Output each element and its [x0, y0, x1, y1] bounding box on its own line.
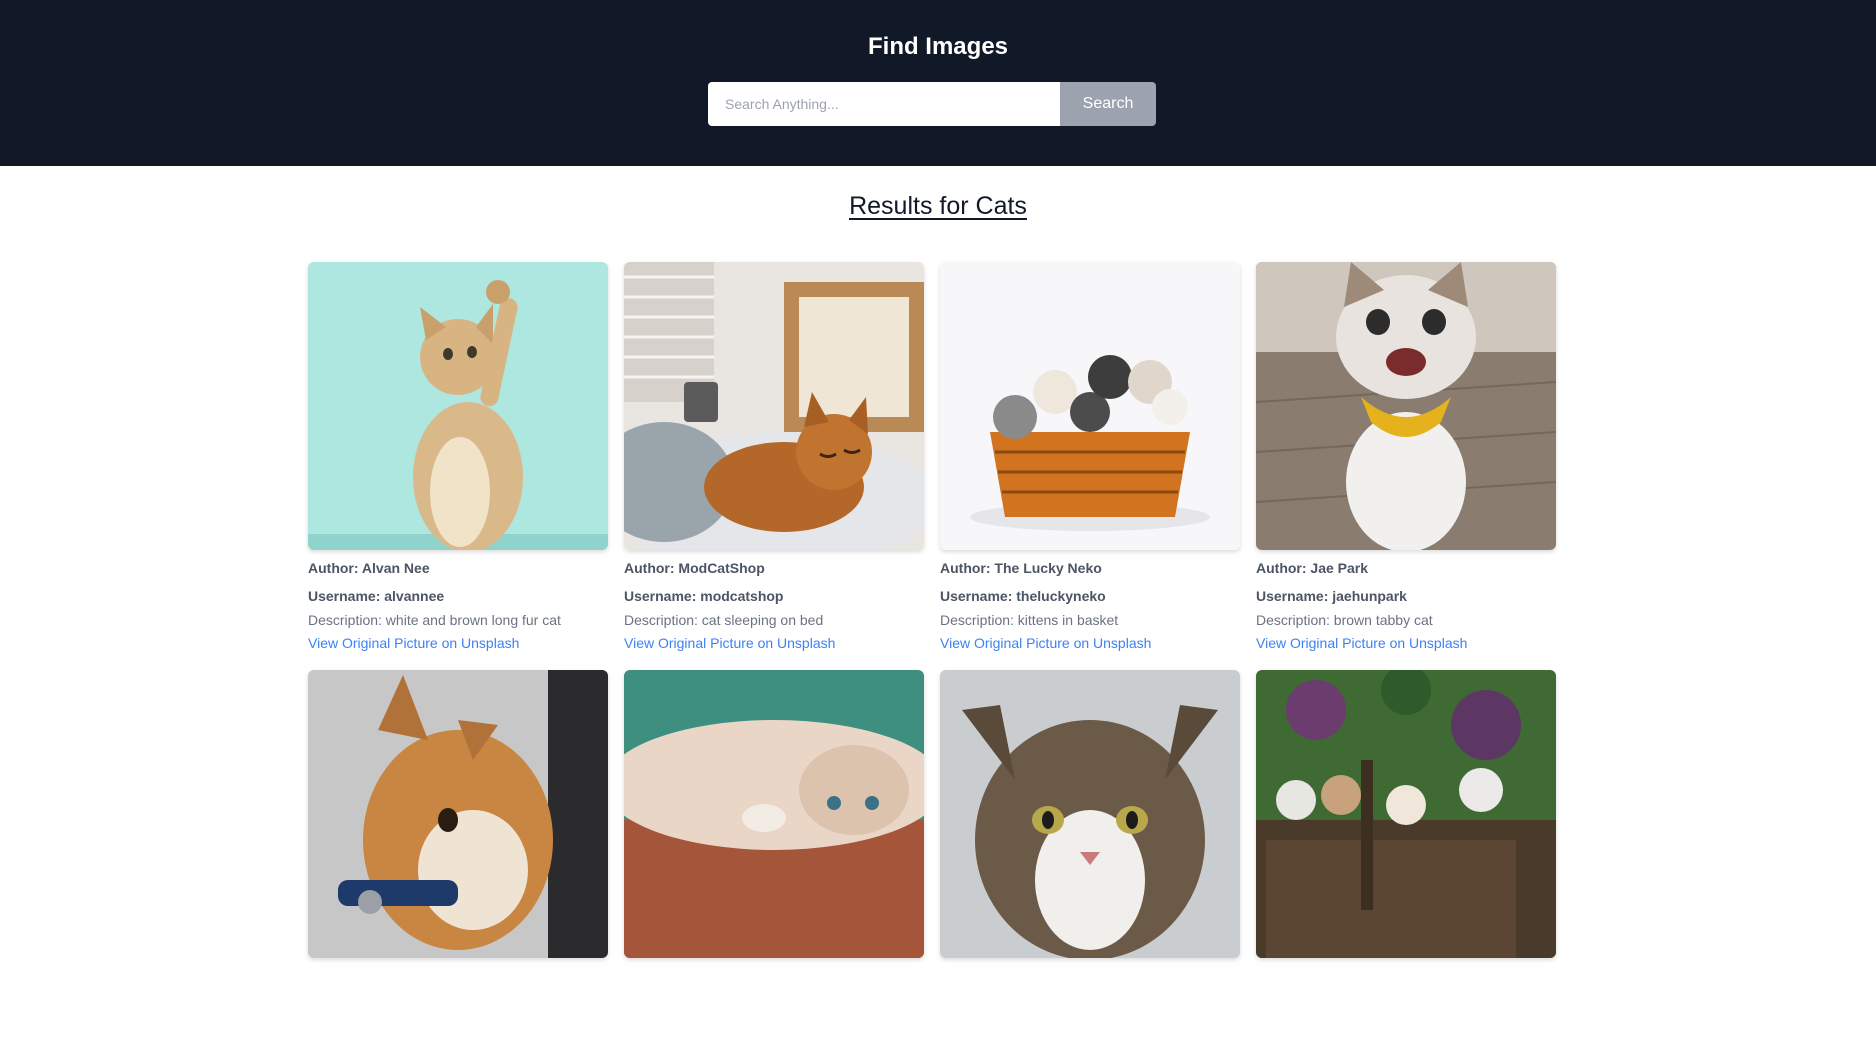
card-image[interactable] [1256, 262, 1556, 550]
image-card [308, 670, 608, 1061]
search-button[interactable]: Search [1060, 82, 1156, 126]
image-card [624, 670, 924, 1061]
cat-photo-1 [308, 262, 608, 550]
card-username: Username: jaehunpark [1256, 588, 1407, 604]
card-image[interactable] [308, 670, 608, 958]
card-description: Description: white and brown long fur ca… [308, 612, 561, 628]
card-image[interactable] [940, 262, 1240, 550]
header-bar: Find Images Search [0, 0, 1876, 166]
unsplash-link[interactable] [624, 1043, 924, 1061]
card-image[interactable] [624, 262, 924, 550]
card-author: Author: Alvan Nee [308, 560, 430, 576]
card-username: Username: theluckyneko [940, 588, 1106, 604]
cat-photo-3 [940, 262, 1240, 550]
image-card [1256, 670, 1556, 1061]
image-card: Author: Alvan Nee Username: alvannee Des… [308, 262, 608, 653]
image-card: Author: Jae Park Username: jaehunpark De… [1256, 262, 1556, 653]
results-heading: Results for Cats [0, 192, 1876, 221]
card-image[interactable] [1256, 670, 1556, 958]
card-description [940, 1020, 1240, 1038]
image-card: Author: ModCatShop Username: modcatshop … [624, 262, 924, 653]
card-description [1256, 1020, 1556, 1038]
unsplash-link[interactable]: View Original Picture on Unsplash [1256, 635, 1556, 653]
card-description [624, 1020, 924, 1038]
unsplash-link[interactable] [940, 1043, 1240, 1061]
cat-photo-8 [1256, 670, 1556, 958]
card-username: Username: modcatshop [624, 588, 784, 604]
unsplash-link[interactable] [1256, 1043, 1556, 1061]
card-description: Description: brown tabby cat [1256, 612, 1433, 628]
cat-photo-7 [940, 670, 1240, 958]
unsplash-link[interactable] [308, 1043, 608, 1061]
results-query: Cats [975, 192, 1027, 220]
card-image[interactable] [308, 262, 608, 550]
results-prefix: Results for [849, 192, 976, 220]
card-username [624, 996, 924, 1014]
card-description: Description: cat sleeping on bed [624, 612, 824, 628]
card-description [308, 1020, 608, 1038]
results-heading-text: Results for Cats [849, 192, 1027, 220]
card-username [940, 996, 1240, 1014]
card-author [940, 968, 1240, 986]
app-title: Find Images [867, 33, 1009, 60]
card-username: Username: alvannee [308, 588, 445, 604]
image-card [940, 670, 1240, 1061]
cat-photo-4 [1256, 262, 1556, 550]
cat-photo-5 [308, 670, 608, 958]
card-image[interactable] [940, 670, 1240, 958]
image-card: Author: The Lucky Neko Username: theluck… [940, 262, 1240, 653]
card-username [308, 996, 608, 1014]
card-author: Author: The Lucky Neko [940, 560, 1102, 576]
card-image[interactable] [624, 670, 924, 958]
card-author: Author: ModCatShop [624, 560, 765, 576]
cat-photo-2 [624, 262, 924, 550]
unsplash-link[interactable]: View Original Picture on Unsplash [308, 635, 608, 653]
unsplash-link[interactable]: View Original Picture on Unsplash [940, 635, 1240, 653]
unsplash-link[interactable]: View Original Picture on Unsplash [624, 635, 924, 653]
cat-photo-6 [624, 670, 924, 958]
card-author [1256, 968, 1556, 986]
card-author: Author: Jae Park [1256, 560, 1369, 576]
card-author [624, 968, 924, 986]
search-input[interactable] [708, 82, 1060, 126]
card-author [308, 968, 608, 986]
card-description: Description: kittens in basket [940, 612, 1119, 628]
card-username [1256, 996, 1556, 1014]
